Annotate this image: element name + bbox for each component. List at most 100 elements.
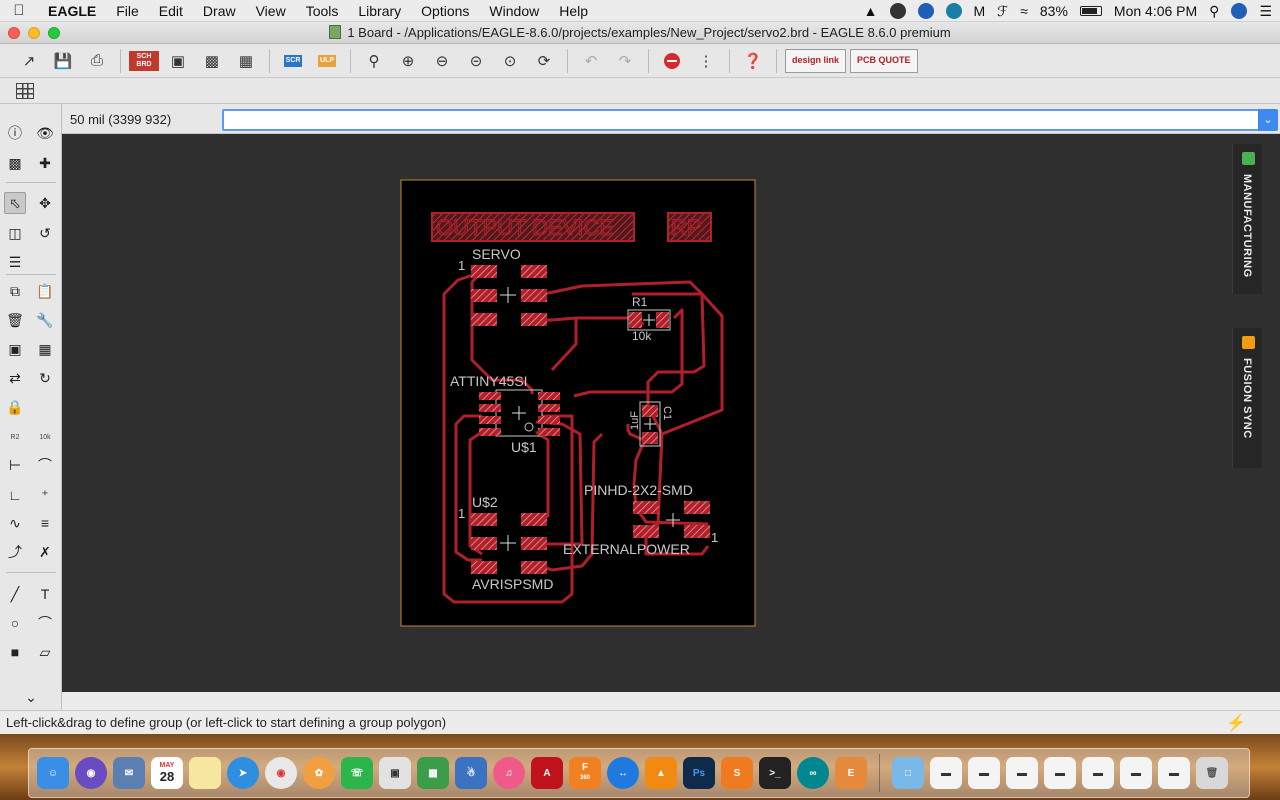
redraw-icon[interactable]: ⟳ [529,48,559,74]
siri-dock-icon[interactable]: ◉ [75,757,107,789]
value-tool-button[interactable]: 10k [34,426,56,448]
itunes-icon[interactable]: ♫ [493,757,525,789]
command-input[interactable] [222,109,1260,131]
eagle-icon[interactable]: E [835,757,867,789]
photos-icon[interactable]: ✿ [303,757,335,789]
help-icon[interactable]: ❓ [738,48,768,74]
smash-icon[interactable]: ⊢ [4,454,26,476]
ulp-button[interactable]: ULP [312,48,342,74]
finder-icon[interactable]: ☺ [37,757,69,789]
wrench-icon[interactable]: 🔧 [34,309,56,331]
minimized-window-icon[interactable]: ▬ [1120,757,1152,789]
add-via-icon[interactable]: ⁺ [34,484,56,506]
paste-icon[interactable]: 📋 [34,280,56,302]
minimized-window-icon[interactable]: ▬ [1044,757,1076,789]
arduino-icon[interactable]: ∞ [797,757,829,789]
battery-percent[interactable]: 83% [1040,3,1068,19]
fusion-status-icon[interactable]: ⚡ [1226,713,1246,733]
preview-icon[interactable]: ▣ [379,757,411,789]
chrome-icon[interactable]: ◉ [265,757,297,789]
lock-icon[interactable]: 🔒 [4,396,26,418]
info-icon[interactable]: ⓘ [4,122,26,144]
sublime-icon[interactable]: S [721,757,753,789]
minimized-window-icon[interactable]: ▬ [968,757,1000,789]
menu-draw[interactable]: Draw [193,0,246,22]
print-icon[interactable]: ⎙ [82,48,112,74]
replace-icon[interactable]: ▣ [4,338,26,360]
board-canvas[interactable]: OUTPUT DEVICE RP 1 SERVO R1 10k ATTINY45… [62,134,1232,692]
numbers-icon[interactable]: ▩ [417,757,449,789]
stop-button[interactable] [657,48,687,74]
menu-help[interactable]: Help [549,0,598,22]
split-icon[interactable]: ∟ [4,484,26,506]
mirror-icon[interactable]: ◫ [4,222,26,244]
minimized-window-icon[interactable]: ▬ [1082,757,1114,789]
notification-center-icon[interactable]: ☰ [1259,3,1272,20]
mail-icon[interactable]: ✉ [113,757,145,789]
rotate-icon[interactable]: ↺ [34,222,56,244]
show-eye-icon[interactable]: 👁 [34,122,56,144]
facetime-icon[interactable]: ☏ [341,757,373,789]
sync-status-icon[interactable] [945,3,962,19]
clock[interactable]: Mon 4:06 PM [1114,3,1197,19]
photoshop-icon[interactable]: Ps [683,757,715,789]
cam-processor-icon[interactable]: ▣ [163,48,193,74]
delete-icon[interactable]: 🗑 [4,309,26,331]
battery-icon[interactable] [1079,6,1102,16]
route-icon[interactable]: ⤴ [4,541,26,563]
menu-library[interactable]: Library [348,0,411,22]
command-history-dropdown[interactable]: ⌄ [1258,109,1278,131]
zoom-select-icon[interactable]: ⊝ [461,48,491,74]
optimize-icon[interactable]: ↻ [34,367,56,389]
menu-view[interactable]: View [246,0,296,22]
circle-icon[interactable]: ○ [4,612,26,634]
meander-icon[interactable]: ∿ [4,512,26,534]
folder-icon[interactable]: □ [892,757,924,789]
name-tool-button[interactable]: R2 [4,426,26,448]
manufacturing-tab[interactable]: MANUFACTURING [1232,144,1262,294]
teamviewer-status-icon[interactable] [917,3,934,19]
minimized-window-icon[interactable]: ▬ [1158,757,1190,789]
swap-icon[interactable]: ⇄ [4,367,26,389]
fusion-sync-tab[interactable]: FUSION SYNC [1232,328,1262,468]
menu-file[interactable]: File [106,0,149,22]
calendar-icon[interactable]: MAY 28 [151,757,183,789]
undo-icon[interactable]: ↶ [576,48,606,74]
arc-icon[interactable]: ⌒ [34,612,56,634]
menu-options[interactable]: Options [411,0,479,22]
terminal-icon[interactable]: >_ [759,757,791,789]
ripup-icon[interactable]: ✗ [34,541,56,563]
app-menu[interactable]: EAGLE [38,0,106,22]
minimized-window-icon[interactable]: ▬ [930,757,962,789]
zoom-out-icon[interactable]: ⊖ [427,48,457,74]
save-icon[interactable]: 💾 [48,48,78,74]
lock-part-icon[interactable]: ▦ [34,338,56,360]
align-icon[interactable]: ☰ [4,251,26,273]
more-tools-chevron-icon[interactable]: ⌄ [20,686,42,708]
notes-icon[interactable] [189,757,221,789]
siri-icon[interactable] [1231,3,1248,19]
teamviewer-icon[interactable]: ↔ [607,757,639,789]
layer-settings-icon[interactable]: ▩ [4,152,26,174]
bluetooth-icon[interactable]: ℱ [997,3,1008,20]
wifi-icon[interactable]: ≈ [1020,3,1028,19]
malwarebytes-status-icon[interactable]: M [974,3,986,19]
script-button[interactable]: SCR [278,48,308,74]
safari-icon[interactable]: ➤ [227,757,259,789]
zoom-last-icon[interactable]: ⊙ [495,48,525,74]
route-multiple-icon[interactable]: ≡ [34,512,56,534]
zoom-in-icon[interactable]: ⊕ [393,48,423,74]
grid-icon[interactable] [16,83,34,99]
manufacturing-icon[interactable]: ▩ [197,48,227,74]
menu-tools[interactable]: Tools [296,0,349,22]
text-icon[interactable]: T [34,583,56,605]
rectangle-icon[interactable]: ■ [4,641,26,663]
vlc-status-icon[interactable]: ▲ [864,3,878,19]
menu-window[interactable]: Window [479,0,549,22]
apple-menu-icon[interactable]:  [0,2,38,19]
polygon-icon[interactable]: ▱ [34,641,56,663]
board-drawing[interactable]: OUTPUT DEVICE RP 1 SERVO R1 10k ATTINY45… [62,134,1232,692]
menu-edit[interactable]: Edit [149,0,193,22]
open-icon[interactable]: ↗ [14,48,44,74]
line-icon[interactable]: ╱ [4,583,26,605]
